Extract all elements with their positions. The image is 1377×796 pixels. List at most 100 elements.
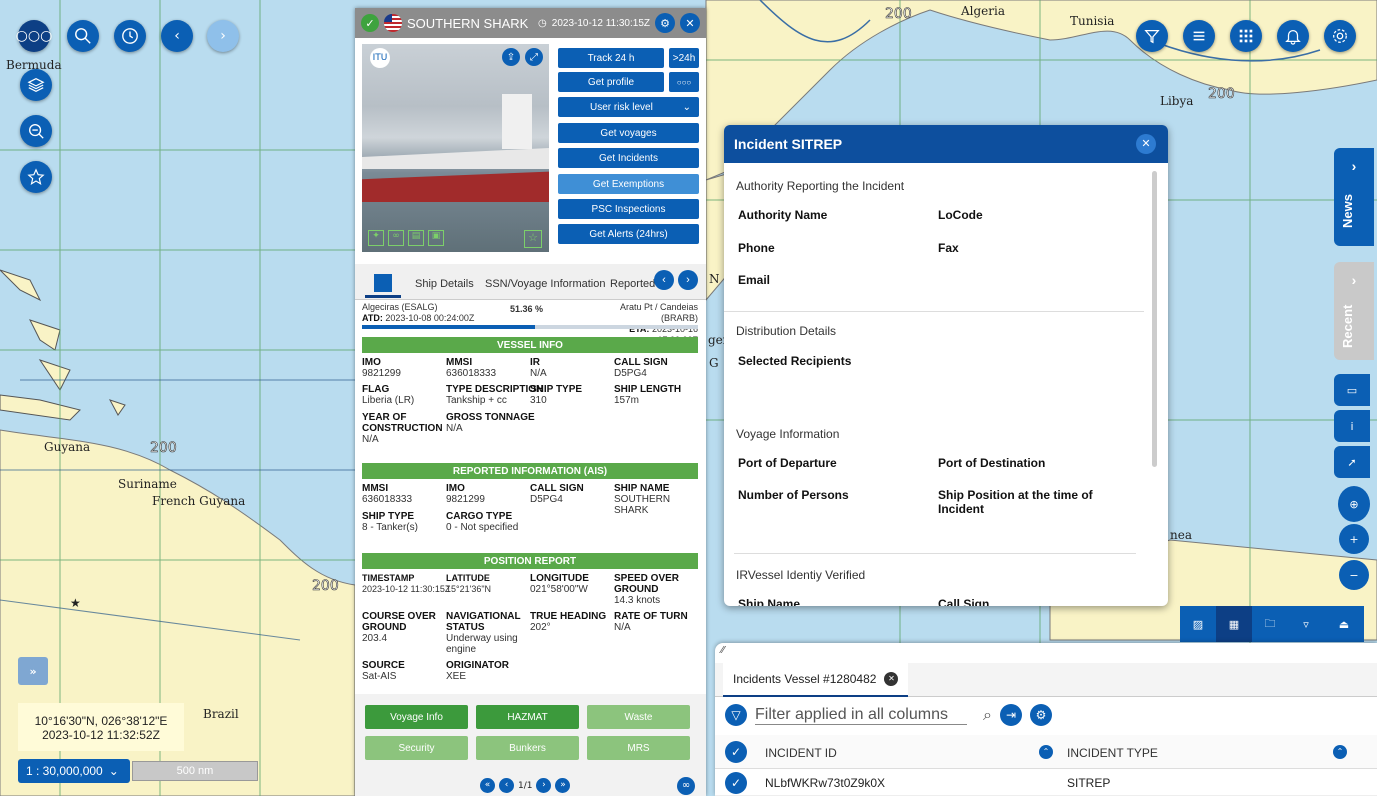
favorite-star-icon[interactable]: ☆ xyxy=(524,230,542,248)
layers-button[interactable] xyxy=(20,69,52,101)
list-button[interactable] xyxy=(1183,20,1215,52)
tabs-prev-button[interactable]: ‹ xyxy=(654,270,674,290)
close-vessel-button[interactable]: ✕ xyxy=(680,13,700,33)
pos-source-field: SOURCE Sat-AIS xyxy=(362,660,405,682)
collapse-down-button[interactable]: ▿ xyxy=(1288,606,1324,642)
folder-button[interactable]: 🗀 xyxy=(1252,606,1288,642)
expand-panel-button[interactable]: » xyxy=(18,657,48,685)
close-tab-icon[interactable]: ✕ xyxy=(884,672,899,686)
zoom-out-button[interactable]: − xyxy=(1339,560,1369,590)
certificate-icon[interactable]: ✦ xyxy=(368,230,384,246)
table-header-row: ✓ INCIDENT ID ⌃ INCIDENT TYPE ⌃ xyxy=(715,735,1377,769)
map-label-guyana: Guyana xyxy=(44,440,91,454)
prev-page-button[interactable]: ‹ xyxy=(499,778,514,793)
export-icon: ⇥ xyxy=(1005,708,1016,722)
check-icon: ✓ xyxy=(730,745,742,759)
measure-button[interactable]: ▭ xyxy=(1334,374,1370,406)
next-page-button[interactable]: › xyxy=(536,778,552,793)
settings-button[interactable] xyxy=(1324,20,1356,52)
ship-length-field: SHIP LENGTH 157m xyxy=(614,384,682,406)
locate-button[interactable]: ⊕ xyxy=(1338,486,1370,522)
incidents-tab[interactable]: Incidents Vessel #1280482 ✕ xyxy=(723,663,909,697)
sitrep-scrollbar[interactable] xyxy=(1152,171,1157,467)
filter-input[interactable]: Filter applied in all columns xyxy=(755,706,967,725)
share-button[interactable]: ⇪ xyxy=(502,48,520,66)
chevron-right-icon: › xyxy=(686,274,690,286)
get-profile-button[interactable]: Get profile xyxy=(558,72,664,92)
security-button[interactable]: Security xyxy=(365,736,468,760)
close-sitrep-button[interactable]: ✕ xyxy=(1136,134,1156,154)
get-voyages-button[interactable]: Get voyages xyxy=(558,123,699,143)
waste-button[interactable]: Waste xyxy=(587,705,690,729)
sort-type-button[interactable]: ⌃ xyxy=(1333,745,1347,759)
zoom-in-button[interactable]: + xyxy=(1339,524,1369,554)
col-incident-id[interactable]: INCIDENT ID xyxy=(765,746,837,760)
bunkers-button[interactable]: Bunkers xyxy=(476,736,579,760)
get-alerts-button[interactable]: Get Alerts (24hrs) xyxy=(558,224,699,244)
export-button[interactable]: ⇥ xyxy=(999,704,1022,726)
flag-field: FLAG Liberia (LR) xyxy=(362,384,415,406)
tab-ssn-voyage[interactable]: SSN/Voyage Information xyxy=(485,278,605,290)
resize-handle[interactable]: ⁄⁄ xyxy=(721,645,724,656)
sitrep-title: Incident SITREP xyxy=(734,136,843,152)
favorites-button[interactable] xyxy=(20,161,52,193)
info-box-icon[interactable]: ▣ xyxy=(428,230,444,246)
ship-tab-icon[interactable] xyxy=(365,270,401,298)
table-settings-button[interactable]: ⚙ xyxy=(1029,704,1052,726)
track-more-button[interactable]: >24h xyxy=(669,48,699,68)
vessel-settings-button[interactable]: ⚙ xyxy=(655,13,675,33)
psc-inspections-button[interactable]: PSC Inspections xyxy=(558,199,699,219)
table-view-button[interactable]: ▦ xyxy=(1216,606,1252,642)
first-page-button[interactable]: « xyxy=(480,778,495,793)
recent-tab[interactable]: › Recent xyxy=(1334,262,1374,360)
expand-photo-button[interactable]: ⤢ xyxy=(525,48,543,66)
expand-up-button[interactable]: ⏏ xyxy=(1324,606,1364,642)
apps-button[interactable] xyxy=(1230,20,1262,52)
scale-select[interactable]: 1 : 30,000,000 ⌄ xyxy=(18,759,130,783)
table-row[interactable]: ✓ NLbfWKRw73t0Z9k0X SITREP xyxy=(715,770,1377,796)
forward-button[interactable]: › xyxy=(207,20,239,52)
ship-name-label: Ship Name xyxy=(738,597,801,606)
last-page-button[interactable]: » xyxy=(555,778,571,793)
hazmat-button[interactable]: HAZMAT xyxy=(476,705,579,729)
voyage-info-button[interactable]: Voyage Info xyxy=(365,705,468,729)
search-icon[interactable]: ⌕ xyxy=(983,705,992,725)
select-all-checkbox[interactable]: ✓ xyxy=(725,741,747,763)
tab-ship-details[interactable]: Ship Details xyxy=(415,278,474,290)
map-label-french-guyana: French Guyana xyxy=(152,494,246,508)
row-checkbox[interactable]: ✓ xyxy=(725,772,747,794)
more-options-button[interactable]: ○○○ xyxy=(669,72,699,92)
news-tab[interactable]: › News xyxy=(1334,148,1374,246)
map-label-algeria: Algeria xyxy=(961,4,1006,18)
get-incidents-button[interactable]: Get Incidents xyxy=(558,148,699,168)
history-button[interactable] xyxy=(114,20,146,52)
scale-value: 1 : 30,000,000 xyxy=(26,764,103,778)
get-exemptions-button[interactable]: Get Exemptions xyxy=(558,174,699,194)
authority-name-label: Authority Name xyxy=(738,208,828,222)
col-incident-type[interactable]: INCIDENT TYPE xyxy=(1067,746,1158,760)
more-menu-button[interactable]: ○○○ xyxy=(16,20,52,52)
document-icon[interactable]: ▤ xyxy=(408,230,424,246)
select-button[interactable]: ➚ xyxy=(1334,446,1370,478)
notifications-button[interactable] xyxy=(1277,20,1309,52)
risk-level-select[interactable]: User risk level ⌄ xyxy=(558,97,699,117)
cell-incident-type: SITREP xyxy=(1067,776,1111,790)
zoom-search-button[interactable] xyxy=(20,115,52,147)
info-button[interactable]: i xyxy=(1334,410,1370,442)
image-view-button[interactable]: ▨ xyxy=(1180,606,1216,642)
filter-toggle[interactable]: ▽ xyxy=(725,704,747,726)
link-icon[interactable]: ∞ xyxy=(388,230,404,246)
back-button[interactable]: ‹ xyxy=(161,20,193,52)
search-button[interactable] xyxy=(67,20,99,52)
track-24h-button[interactable]: Track 24 h xyxy=(558,48,664,68)
filter-button[interactable] xyxy=(1136,20,1168,52)
mrs-button[interactable]: MRS xyxy=(587,736,690,760)
sort-id-button[interactable]: ⌃ xyxy=(1039,745,1053,759)
pos-rot-field: RATE OF TURN N/A xyxy=(614,611,688,633)
tabs-next-button[interactable]: › xyxy=(678,270,698,290)
pointer-icon: ➚ xyxy=(1347,455,1357,469)
voyage-progress-track xyxy=(362,325,698,329)
map-label-libya: Libya xyxy=(1160,94,1194,108)
binoculars-button[interactable]: ∞ xyxy=(677,777,695,795)
pos-latitude-field: LATITUDE 15°21'36"N xyxy=(446,573,492,594)
